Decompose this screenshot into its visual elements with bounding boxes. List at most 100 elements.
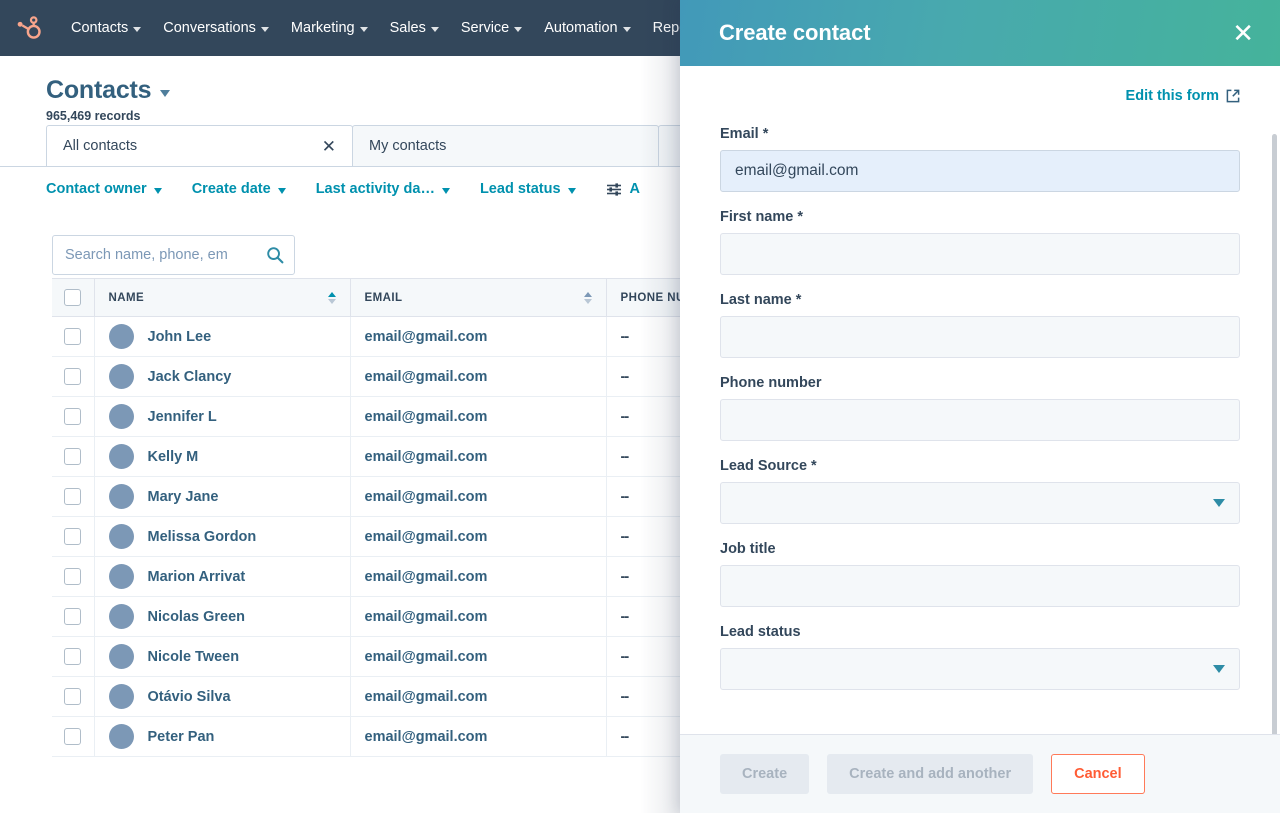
last-name-field[interactable] [720,316,1240,358]
modal-backdrop-shadow [640,0,680,813]
cell-name: Otávio Silva [94,676,351,717]
filter-create-date[interactable]: Create date [192,181,286,197]
search-container: Search name, phone, em [52,235,295,275]
cell-email: email@gmail.com [350,556,607,597]
contact-email-link[interactable]: email@gmail.com [365,369,488,385]
column-header-name[interactable]: NAME [94,278,351,317]
field-email: Email * email@gmail.com [720,126,1240,192]
contact-email-link[interactable]: email@gmail.com [365,489,488,505]
hubspot-sprocket-logo-icon[interactable] [14,13,44,43]
caret-down-icon[interactable] [160,90,171,97]
lead-status-select[interactable] [720,648,1240,690]
cell-email: email@gmail.com [350,436,607,477]
nav-item-label: Automation [544,20,618,36]
create-and-add-another-button[interactable]: Create and add another [827,754,1034,794]
chevron-down-icon [277,187,286,194]
job-title-field[interactable] [720,565,1240,607]
close-icon[interactable]: ✕ [322,138,336,155]
create-button[interactable]: Create [720,754,810,794]
filter-last-activity-date[interactable]: Last activity da… [316,181,450,197]
checkbox-icon[interactable] [64,528,82,545]
contact-name-link[interactable]: Nicole Tween [148,649,240,665]
contact-name-link[interactable]: Jack Clancy [148,369,232,385]
field-label: Last name * [720,292,802,308]
edit-this-form-link[interactable]: Edit this form [720,88,1240,104]
contact-name-link[interactable]: Otávio Silva [148,689,231,705]
scrollbar-thumb[interactable] [1272,134,1277,734]
checkbox-icon[interactable] [64,488,82,505]
contact-name-link[interactable]: Mary Jane [148,489,219,505]
modal-vertical-scrollbar[interactable] [1268,132,1280,734]
row-checkbox-cell[interactable] [52,356,95,397]
cell-email: email@gmail.com [350,516,607,557]
checkbox-icon[interactable] [64,328,82,345]
contact-email-link[interactable]: email@gmail.com [365,569,488,585]
contact-email-link[interactable]: email@gmail.com [365,689,488,705]
nav-item-contacts[interactable]: Contacts [60,0,152,56]
avatar [108,324,134,349]
row-checkbox-cell[interactable] [52,716,95,757]
contact-name-link[interactable]: Peter Pan [148,729,215,745]
search-input[interactable]: Search name, phone, em [52,235,295,275]
contact-name-link[interactable]: Melissa Gordon [148,529,257,545]
row-checkbox-cell[interactable] [52,516,95,557]
sort-icon[interactable] [327,291,336,304]
checkbox-icon[interactable] [64,408,82,425]
nav-item-sales[interactable]: Sales [379,0,450,56]
contact-email-link[interactable]: email@gmail.com [365,449,488,465]
contact-email-link[interactable]: email@gmail.com [365,529,488,545]
row-checkbox-cell[interactable] [52,676,95,717]
contact-email-link[interactable]: email@gmail.com [365,729,488,745]
checkbox-icon[interactable] [64,608,82,625]
close-icon[interactable]: ✕ [1232,20,1254,46]
contact-name-link[interactable]: John Lee [148,329,212,345]
nav-item-marketing[interactable]: Marketing [280,0,379,56]
phone-number-field[interactable] [720,399,1240,441]
lead-source-select[interactable] [720,482,1240,524]
contact-name-link[interactable]: Marion Arrivat [148,569,246,585]
advanced-filters-button[interactable]: A [606,181,640,197]
sort-icon[interactable] [583,291,592,304]
checkbox-icon[interactable] [64,688,82,705]
contact-email-link[interactable]: email@gmail.com [365,609,488,625]
row-checkbox-cell[interactable] [52,476,95,517]
first-name-field[interactable] [720,233,1240,275]
cancel-button[interactable]: Cancel [1051,754,1145,794]
select-all-header[interactable] [52,278,95,317]
modal-title: Create contact [719,20,871,45]
checkbox-icon[interactable] [64,289,82,306]
email-field[interactable]: email@gmail.com [720,150,1240,192]
search-icon[interactable] [266,246,284,264]
tab-all-contacts[interactable]: All contacts ✕ [46,125,353,166]
checkbox-icon[interactable] [64,368,82,385]
row-checkbox-cell[interactable] [52,596,95,637]
row-checkbox-cell[interactable] [52,436,95,477]
filter-lead-status[interactable]: Lead status [480,181,576,197]
checkbox-icon[interactable] [64,728,82,745]
nav-item-conversations[interactable]: Conversations [152,0,280,56]
contact-email-link[interactable]: email@gmail.com [365,649,488,665]
nav-item-automation[interactable]: Automation [533,0,641,56]
tab-my-contacts[interactable]: My contacts [352,125,659,166]
column-header-email[interactable]: EMAIL [350,278,607,317]
nav-item-service[interactable]: Service [450,0,533,56]
chevron-down-icon [153,187,162,194]
contact-name-link[interactable]: Jennifer L [148,409,217,425]
contact-name-link[interactable]: Kelly M [148,449,199,465]
nav-item-label: Contacts [71,20,129,36]
row-checkbox-cell[interactable] [52,396,95,437]
contact-email-link[interactable]: email@gmail.com [365,409,488,425]
checkbox-icon[interactable] [64,648,82,665]
field-label: Job title [720,541,776,557]
filter-contact-owner[interactable]: Contact owner [46,181,162,197]
checkbox-icon[interactable] [64,448,82,465]
modal-footer: Create Create and add another Cancel [680,734,1280,813]
checkbox-icon[interactable] [64,568,82,585]
row-checkbox-cell[interactable] [52,556,95,597]
contact-name-link[interactable]: Nicolas Green [148,609,246,625]
row-checkbox-cell[interactable] [52,316,95,357]
row-checkbox-cell[interactable] [52,636,95,677]
search-placeholder: Search name, phone, em [65,247,228,263]
chevron-down-icon [359,26,368,32]
contact-email-link[interactable]: email@gmail.com [365,329,488,345]
